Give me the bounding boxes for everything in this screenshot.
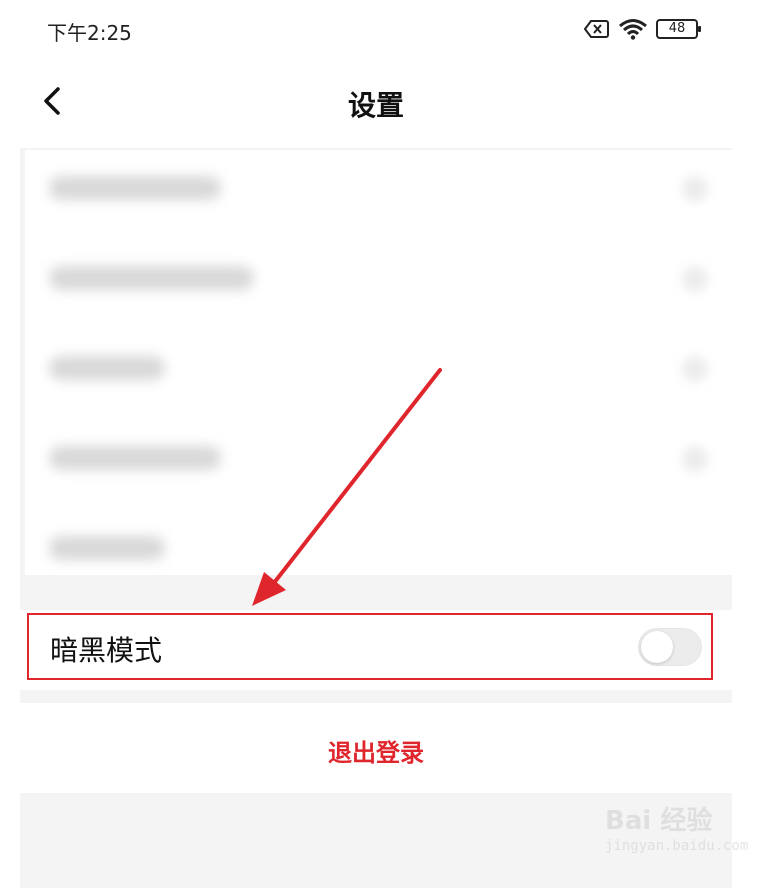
list-item[interactable]: [25, 420, 732, 510]
status-time: 下午2:25: [47, 21, 132, 45]
battery-level: 48: [668, 21, 686, 36]
blurred-label: [49, 266, 254, 290]
logout-row: 退出登录: [20, 703, 732, 793]
chevron-right-icon: [682, 266, 708, 292]
wifi-icon: [618, 18, 648, 40]
status-bar: 下午2:25 48: [20, 0, 732, 58]
dark-mode-row: 暗黑模式: [20, 610, 732, 690]
nav-bar: 设置: [20, 58, 732, 148]
blurred-label: [49, 356, 165, 380]
chevron-right-icon: [682, 446, 708, 472]
sim-error-icon: [584, 19, 610, 39]
settings-list-blurred: [25, 150, 732, 575]
blurred-label: [49, 536, 165, 560]
status-icons: 48: [584, 16, 702, 42]
blurred-label: [49, 446, 221, 470]
list-item[interactable]: [25, 330, 732, 420]
list-item[interactable]: [25, 150, 732, 240]
chevron-right-icon: [682, 176, 708, 202]
toggle-knob: [641, 631, 673, 663]
settings-screen: 下午2:25 48 设置 暗黑模式 退出登录 Bai 经验 jingyan.ba…: [20, 0, 748, 888]
dark-mode-toggle[interactable]: [638, 628, 702, 666]
blurred-label: [49, 176, 221, 200]
dark-mode-label: 暗黑模式: [50, 634, 163, 667]
logout-button[interactable]: 退出登录: [20, 733, 732, 768]
list-item[interactable]: [25, 240, 732, 330]
page-title: 设置: [347, 89, 404, 122]
watermark-logo: Bai 经验: [605, 806, 713, 836]
chevron-right-icon: [682, 356, 708, 382]
watermark-url: jingyan.baidu.com: [605, 838, 749, 854]
battery-icon: 48: [656, 18, 702, 40]
list-item[interactable]: [25, 510, 732, 600]
watermark: Bai 经验 jingyan.baidu.com: [605, 800, 755, 870]
